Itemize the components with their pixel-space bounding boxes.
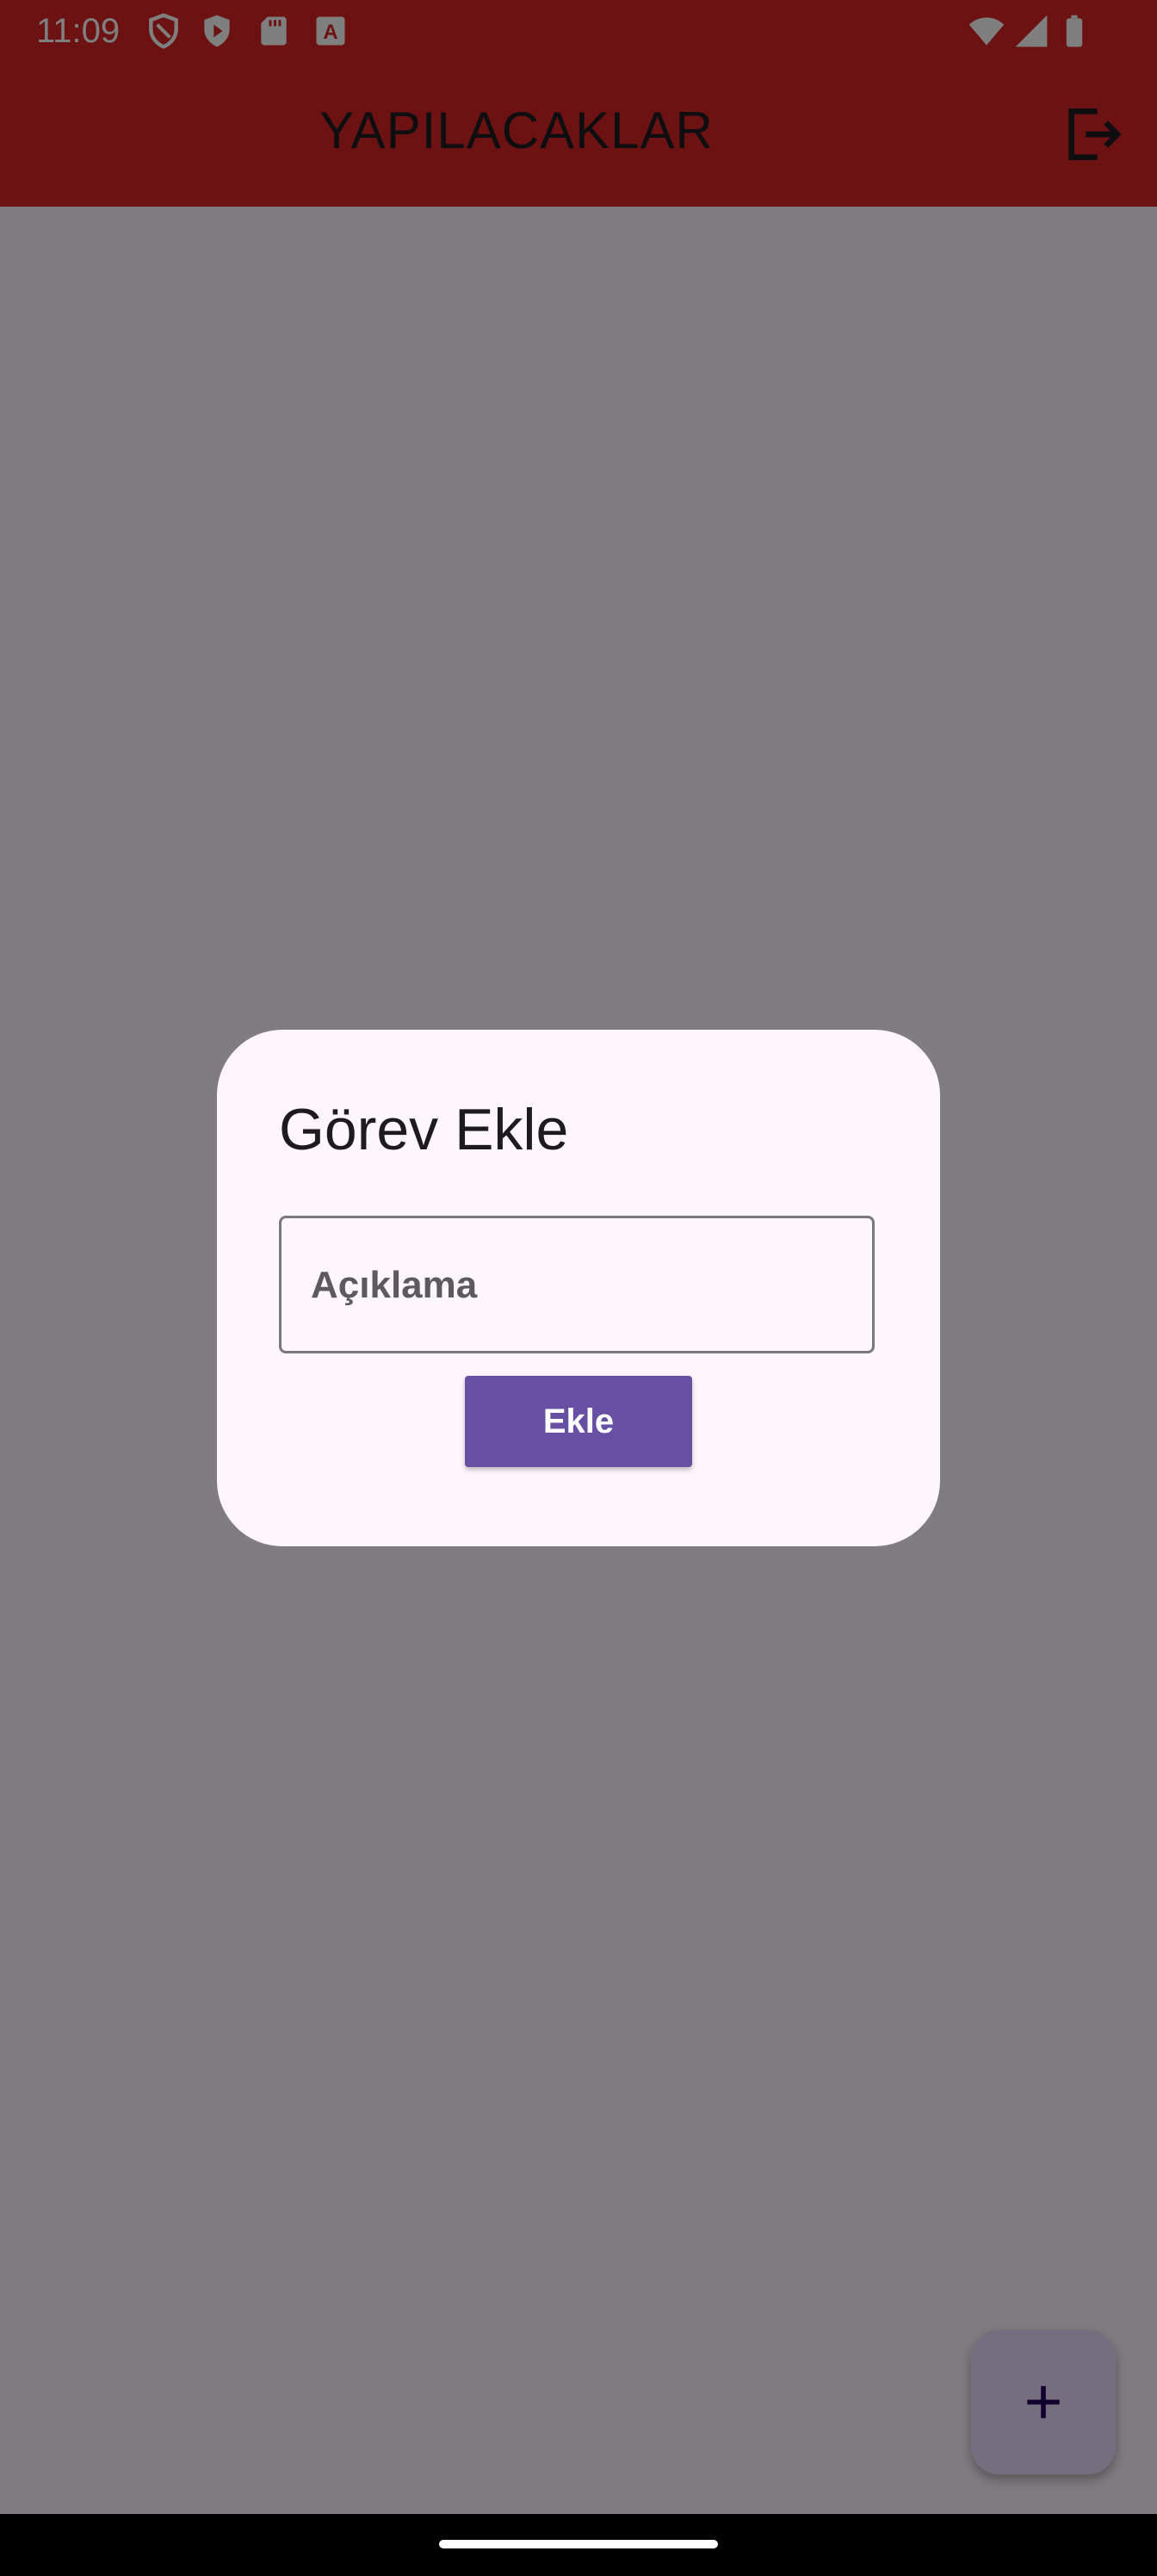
dialog-title: Görev Ekle [279, 1097, 569, 1162]
description-placeholder: Açıklama [311, 1264, 478, 1306]
navigation-bar [0, 2514, 1157, 2576]
add-task-dialog: Görev Ekle Açıklama Ekle [217, 1030, 940, 1546]
home-gesture-handle[interactable] [439, 2540, 718, 2548]
add-button[interactable]: Ekle [465, 1376, 692, 1467]
description-input[interactable]: Açıklama [279, 1216, 875, 1353]
